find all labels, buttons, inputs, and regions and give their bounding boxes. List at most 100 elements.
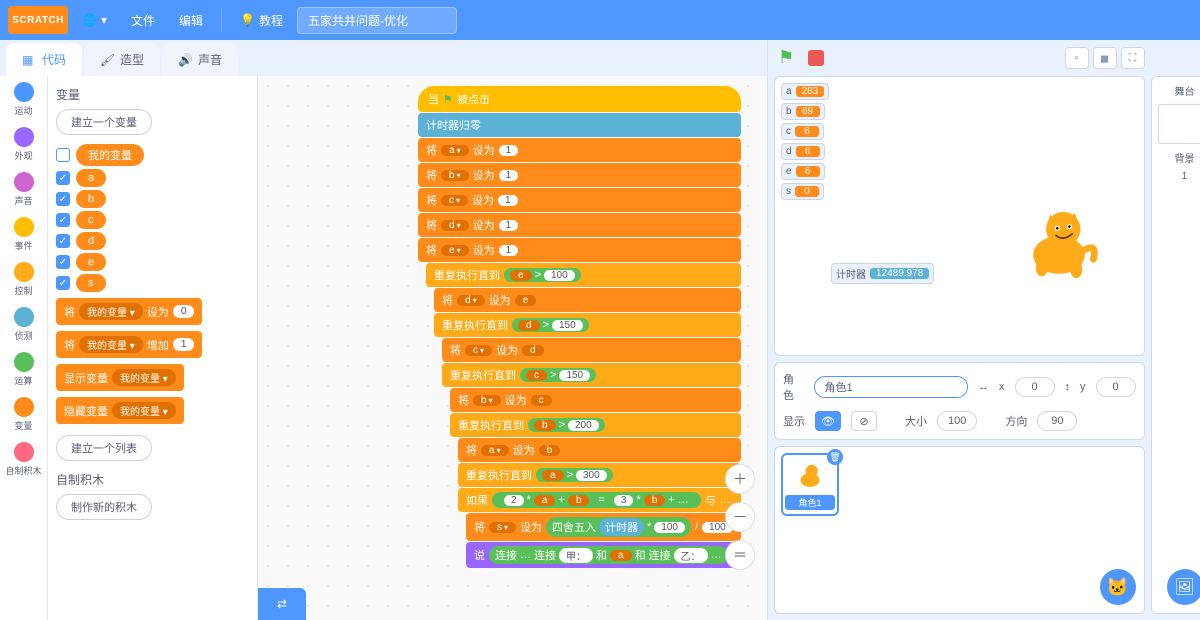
category-dot-icon bbox=[14, 442, 34, 462]
category-外观[interactable]: 外观 bbox=[4, 125, 44, 164]
operator-equals[interactable]: 2*a+b = 3*b+… bbox=[492, 492, 701, 508]
variable-c[interactable]: c bbox=[76, 211, 106, 229]
block-set-c[interactable]: 将 c ▾ 设为 1 bbox=[418, 188, 741, 212]
block-repeat-until[interactable]: 重复执行直到 a > 300 bbox=[458, 463, 741, 487]
zoom-in-button[interactable]: ＋ bbox=[725, 464, 755, 494]
block-say[interactable]: 说 连接 … 连接 甲： 和 a 和 连接 乙： … bbox=[466, 542, 741, 568]
script-workspace[interactable]: 当 ⚑ 被点击 计时器归零 将 a ▾ 设为 1将 b ▾ 设为 1将 c ▾ … bbox=[258, 76, 767, 620]
block-repeat-until[interactable]: 重复执行直到 d > 150 bbox=[434, 313, 741, 337]
block-set-s[interactable]: 将 s▾ 设为 四舍五入 计时器 * 100 / 100 bbox=[466, 513, 741, 541]
delete-sprite-button[interactable]: 🗑 bbox=[827, 449, 843, 465]
block-repeat-until[interactable]: 重复执行直到 c > 150 bbox=[442, 363, 741, 387]
make-block-button[interactable]: 制作新的积木 bbox=[56, 494, 152, 520]
tab-code[interactable]: ▦代码 bbox=[6, 43, 82, 76]
variable-b[interactable]: b bbox=[76, 190, 106, 208]
monitor-s[interactable]: s0 bbox=[781, 183, 824, 200]
tab-sounds[interactable]: 🔊声音 bbox=[162, 43, 238, 76]
make-variable-button[interactable]: 建立一个变量 bbox=[56, 109, 152, 135]
hat-when-flag-clicked[interactable]: 当 ⚑ 被点击 bbox=[418, 86, 741, 112]
block-change-var[interactable]: 将 我的变量 ▾ 增加 1 bbox=[56, 331, 202, 358]
sprite-size-input[interactable]: 100 bbox=[937, 411, 977, 431]
extensions-button[interactable]: ⇄ bbox=[258, 588, 306, 620]
block-hide-var[interactable]: 隐藏变量 我的变量 ▾ bbox=[56, 397, 184, 424]
variable-a[interactable]: a bbox=[76, 169, 106, 187]
sprite-tile[interactable]: 🗑 角色1 bbox=[781, 453, 839, 516]
variable-myvar[interactable]: 我的变量 bbox=[76, 144, 144, 166]
block-set-var[interactable]: 将 我的变量 ▾ 设为 0 bbox=[56, 298, 202, 325]
dropdown-var[interactable]: 我的变量 ▾ bbox=[79, 303, 143, 320]
stop-button[interactable] bbox=[808, 50, 824, 66]
sprite-on-stage[interactable] bbox=[1014, 197, 1104, 287]
checkbox-myvar[interactable] bbox=[56, 148, 70, 162]
category-自制积木[interactable]: 自制积木 bbox=[4, 440, 44, 479]
stage[interactable]: a283 b69 c6 d6 e6 s0 计时器 12489.978 bbox=[774, 76, 1145, 356]
variable-e[interactable]: e bbox=[76, 253, 106, 271]
language-menu[interactable]: 🌐 ▾ bbox=[72, 7, 117, 33]
sprite-direction-input[interactable]: 90 bbox=[1037, 411, 1077, 431]
add-backdrop-button[interactable]: 🖼 bbox=[1167, 569, 1200, 605]
category-控制[interactable]: 控制 bbox=[4, 260, 44, 299]
block-set-a[interactable]: 将 a ▾ 设为 1 bbox=[418, 138, 741, 162]
large-stage-button[interactable]: ◼ bbox=[1093, 47, 1117, 69]
tutorials-button[interactable]: 💡 教程 bbox=[230, 6, 293, 35]
show-sprite-button[interactable]: 👁 bbox=[815, 411, 841, 431]
zoom-out-button[interactable]: － bbox=[725, 502, 755, 532]
tab-costumes[interactable]: 🖌造型 bbox=[84, 43, 160, 76]
sprite-y-input[interactable]: 0 bbox=[1096, 377, 1136, 397]
checkbox-a[interactable]: ✓ bbox=[56, 171, 70, 185]
scratch-logo[interactable]: SCRATCH bbox=[8, 6, 68, 34]
block-if[interactable]: 如果 2*a+b = 3*b+… 与… bbox=[458, 488, 741, 512]
monitor-timer[interactable]: 计时器 12489.978 bbox=[831, 263, 934, 284]
small-stage-button[interactable]: ▫ bbox=[1065, 47, 1089, 69]
green-flag-button[interactable]: ⚑ bbox=[778, 47, 800, 69]
block-repeat-until[interactable]: 重复执行直到 e > 100 bbox=[426, 263, 741, 287]
block-set-e[interactable]: 将 e ▾ 设为 1 bbox=[418, 238, 741, 262]
file-menu[interactable]: 文件 bbox=[121, 6, 165, 35]
input-value[interactable]: 0 bbox=[173, 305, 195, 318]
monitor-c[interactable]: c6 bbox=[781, 123, 824, 140]
checkbox-c[interactable]: ✓ bbox=[56, 213, 70, 227]
block-set-a[interactable]: 将 a ▾ 设为 b bbox=[458, 438, 741, 462]
zoom-reset-button[interactable]: ＝ bbox=[725, 540, 755, 570]
checkbox-b[interactable]: ✓ bbox=[56, 192, 70, 206]
variable-d[interactable]: d bbox=[76, 232, 106, 250]
block-set-d[interactable]: 将 d ▾ 设为 1 bbox=[418, 213, 741, 237]
hide-sprite-button[interactable]: ⊘ bbox=[851, 411, 877, 431]
category-运算[interactable]: 运算 bbox=[4, 350, 44, 389]
category-dot-icon bbox=[14, 82, 34, 102]
category-变量[interactable]: 变量 bbox=[4, 395, 44, 434]
monitor-a[interactable]: a283 bbox=[781, 83, 829, 100]
edit-menu[interactable]: 编辑 bbox=[169, 6, 213, 35]
monitor-e[interactable]: e6 bbox=[781, 163, 825, 180]
script-stack[interactable]: 当 ⚑ 被点击 计时器归零 将 a ▾ 设为 1将 b ▾ 设为 1将 c ▾ … bbox=[418, 86, 741, 569]
block-set-b[interactable]: 将 b ▾ 设为 c bbox=[450, 388, 741, 412]
checkbox-e[interactable]: ✓ bbox=[56, 255, 70, 269]
add-sprite-button[interactable]: 🐱 bbox=[1100, 569, 1136, 605]
dropdown-var[interactable]: 我的变量 ▾ bbox=[79, 336, 143, 353]
monitor-d[interactable]: d6 bbox=[781, 143, 825, 160]
block-reset-timer[interactable]: 计时器归零 bbox=[418, 113, 741, 137]
monitor-label: e bbox=[786, 166, 792, 177]
fullscreen-button[interactable]: ⛶ bbox=[1121, 47, 1145, 69]
stage-selector[interactable]: 舞台 背景 1 🖼 bbox=[1151, 76, 1200, 614]
monitor-b[interactable]: b69 bbox=[781, 103, 825, 120]
make-list-button[interactable]: 建立一个列表 bbox=[56, 435, 152, 461]
sprite-x-input[interactable]: 0 bbox=[1015, 377, 1055, 397]
category-运动[interactable]: 运动 bbox=[4, 80, 44, 119]
category-声音[interactable]: 声音 bbox=[4, 170, 44, 209]
category-事件[interactable]: 事件 bbox=[4, 215, 44, 254]
category-侦测[interactable]: 侦测 bbox=[4, 305, 44, 344]
block-set-b[interactable]: 将 b ▾ 设为 1 bbox=[418, 163, 741, 187]
block-show-var[interactable]: 显示变量 我的变量 ▾ bbox=[56, 364, 184, 391]
block-set-d[interactable]: 将 d ▾ 设为 e bbox=[434, 288, 741, 312]
sprite-name-input[interactable] bbox=[814, 376, 968, 398]
category-dot-icon bbox=[14, 172, 34, 192]
checkbox-d[interactable]: ✓ bbox=[56, 234, 70, 248]
checkbox-s[interactable]: ✓ bbox=[56, 276, 70, 290]
variable-s[interactable]: s bbox=[76, 274, 106, 292]
block-repeat-until[interactable]: 重复执行直到 b > 200 bbox=[450, 413, 741, 437]
stage-thumbnail[interactable] bbox=[1158, 104, 1200, 144]
block-set-c[interactable]: 将 c ▾ 设为 d bbox=[442, 338, 741, 362]
project-title-input[interactable]: 五家共井问题-优化 bbox=[297, 7, 457, 34]
input-value[interactable]: 1 bbox=[173, 338, 195, 351]
